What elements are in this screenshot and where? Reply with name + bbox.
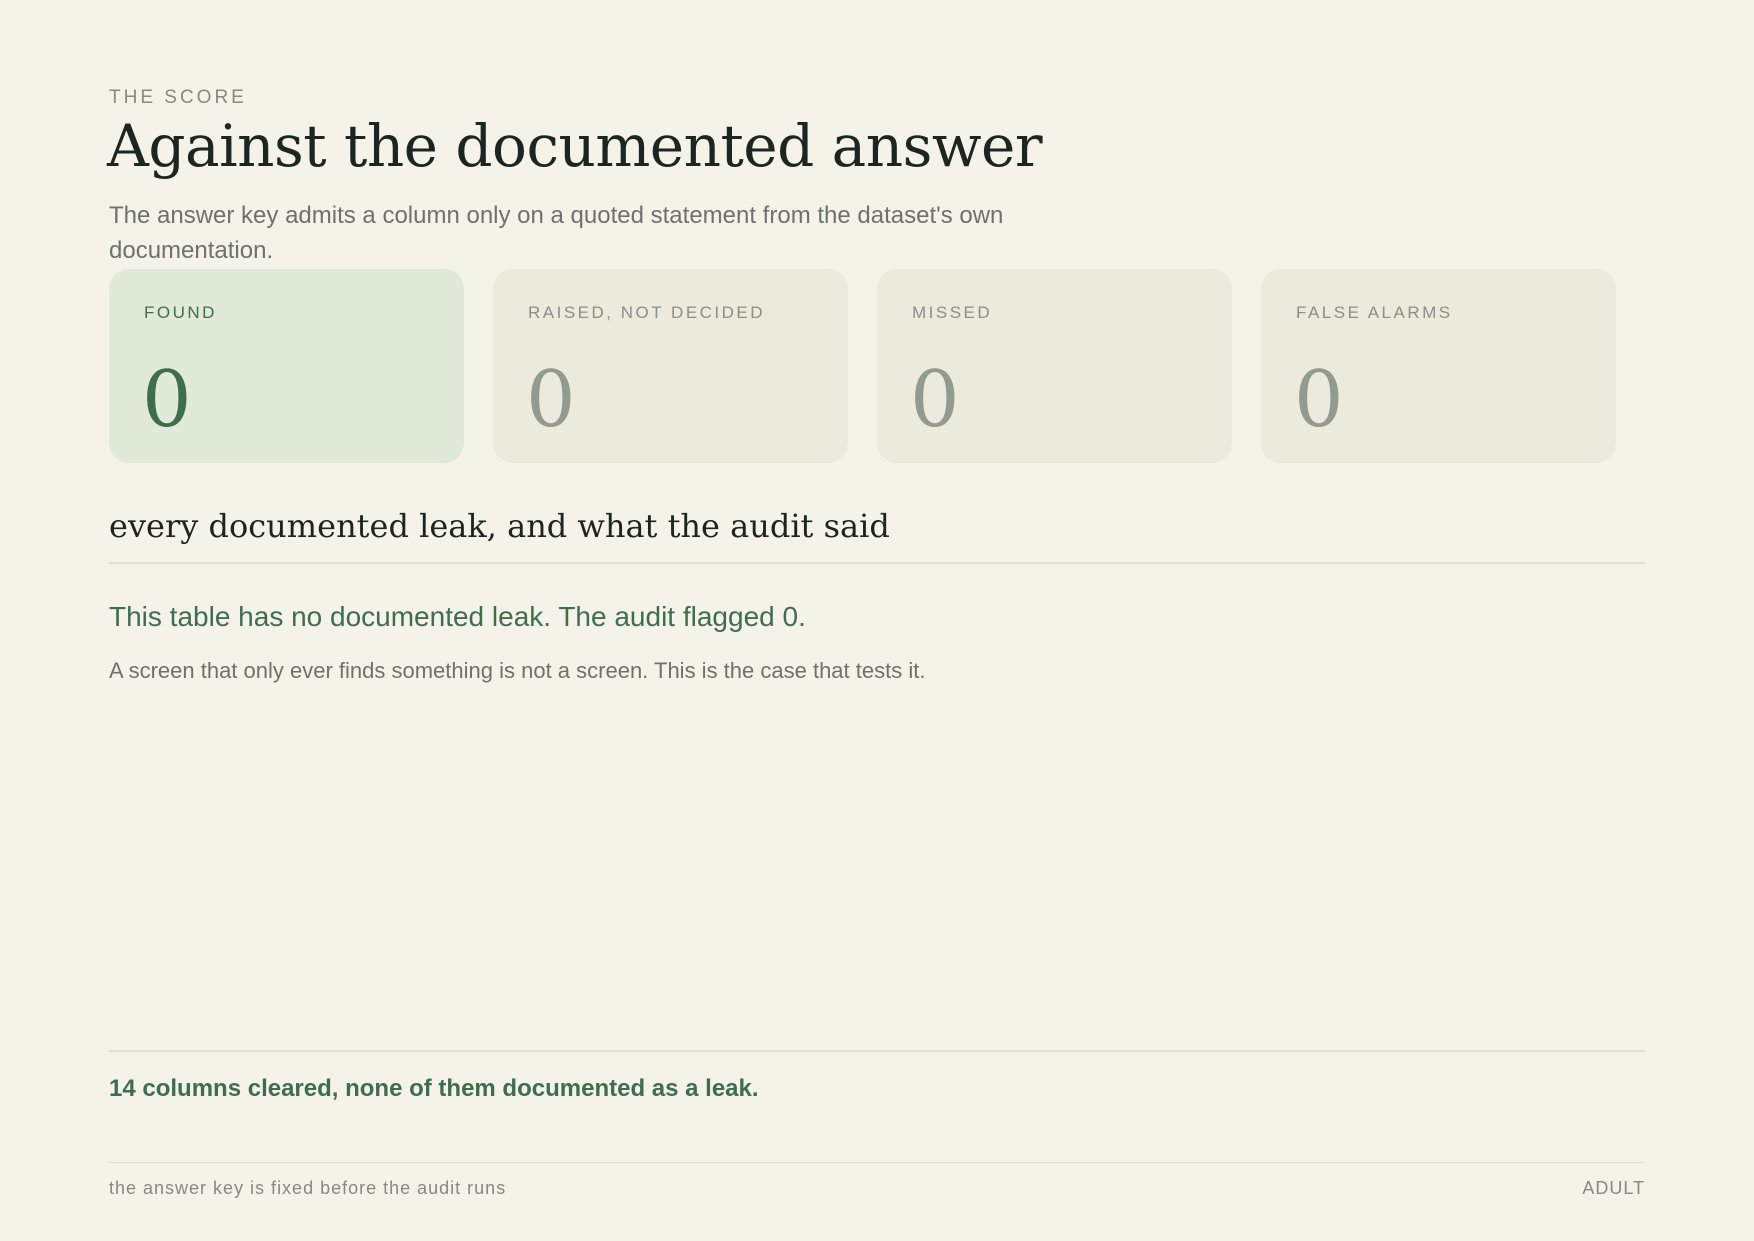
score-card-label: MISSED [912, 303, 993, 322]
score-card-false-alarms: FALSE ALARMS 0 [1261, 269, 1616, 463]
score-cards: FOUND 0 RAISED, NOT DECIDED 0 MISSED 0 F… [109, 269, 1616, 463]
score-card-label: FOUND [144, 303, 217, 322]
result-headline: This table has no documented leak. The a… [109, 601, 806, 632]
score-card-value: 0 [1294, 355, 1344, 445]
score-card-found: FOUND 0 [109, 269, 464, 463]
score-card-label: FALSE ALARMS [1296, 303, 1453, 322]
summary-divider [109, 1050, 1645, 1052]
cleared-summary: 14 columns cleared, none of them documen… [109, 1075, 759, 1102]
score-card-value: 0 [910, 355, 960, 445]
page-title: Against the documented answer [107, 112, 1043, 180]
section-heading: every documented leak, and what the audi… [109, 507, 890, 545]
score-card-raised: RAISED, NOT DECIDED 0 [493, 269, 848, 463]
score-page: THE SCORE Against the documented answer … [107, 0, 1645, 1241]
score-card-value: 0 [526, 355, 576, 445]
page-subtitle: The answer key admits a column only on a… [109, 202, 1004, 264]
footer-dataset-name: ADULT [1582, 1178, 1645, 1198]
score-card-label: RAISED, NOT DECIDED [528, 303, 766, 322]
footer-divider [109, 1162, 1645, 1163]
score-card-missed: MISSED 0 [877, 269, 1232, 463]
result-note: A screen that only ever finds something … [109, 658, 926, 683]
section-divider [109, 562, 1645, 564]
footer-note: the answer key is fixed before the audit… [109, 1178, 507, 1198]
score-card-value: 0 [142, 355, 192, 445]
eyebrow-label: THE SCORE [109, 87, 247, 108]
